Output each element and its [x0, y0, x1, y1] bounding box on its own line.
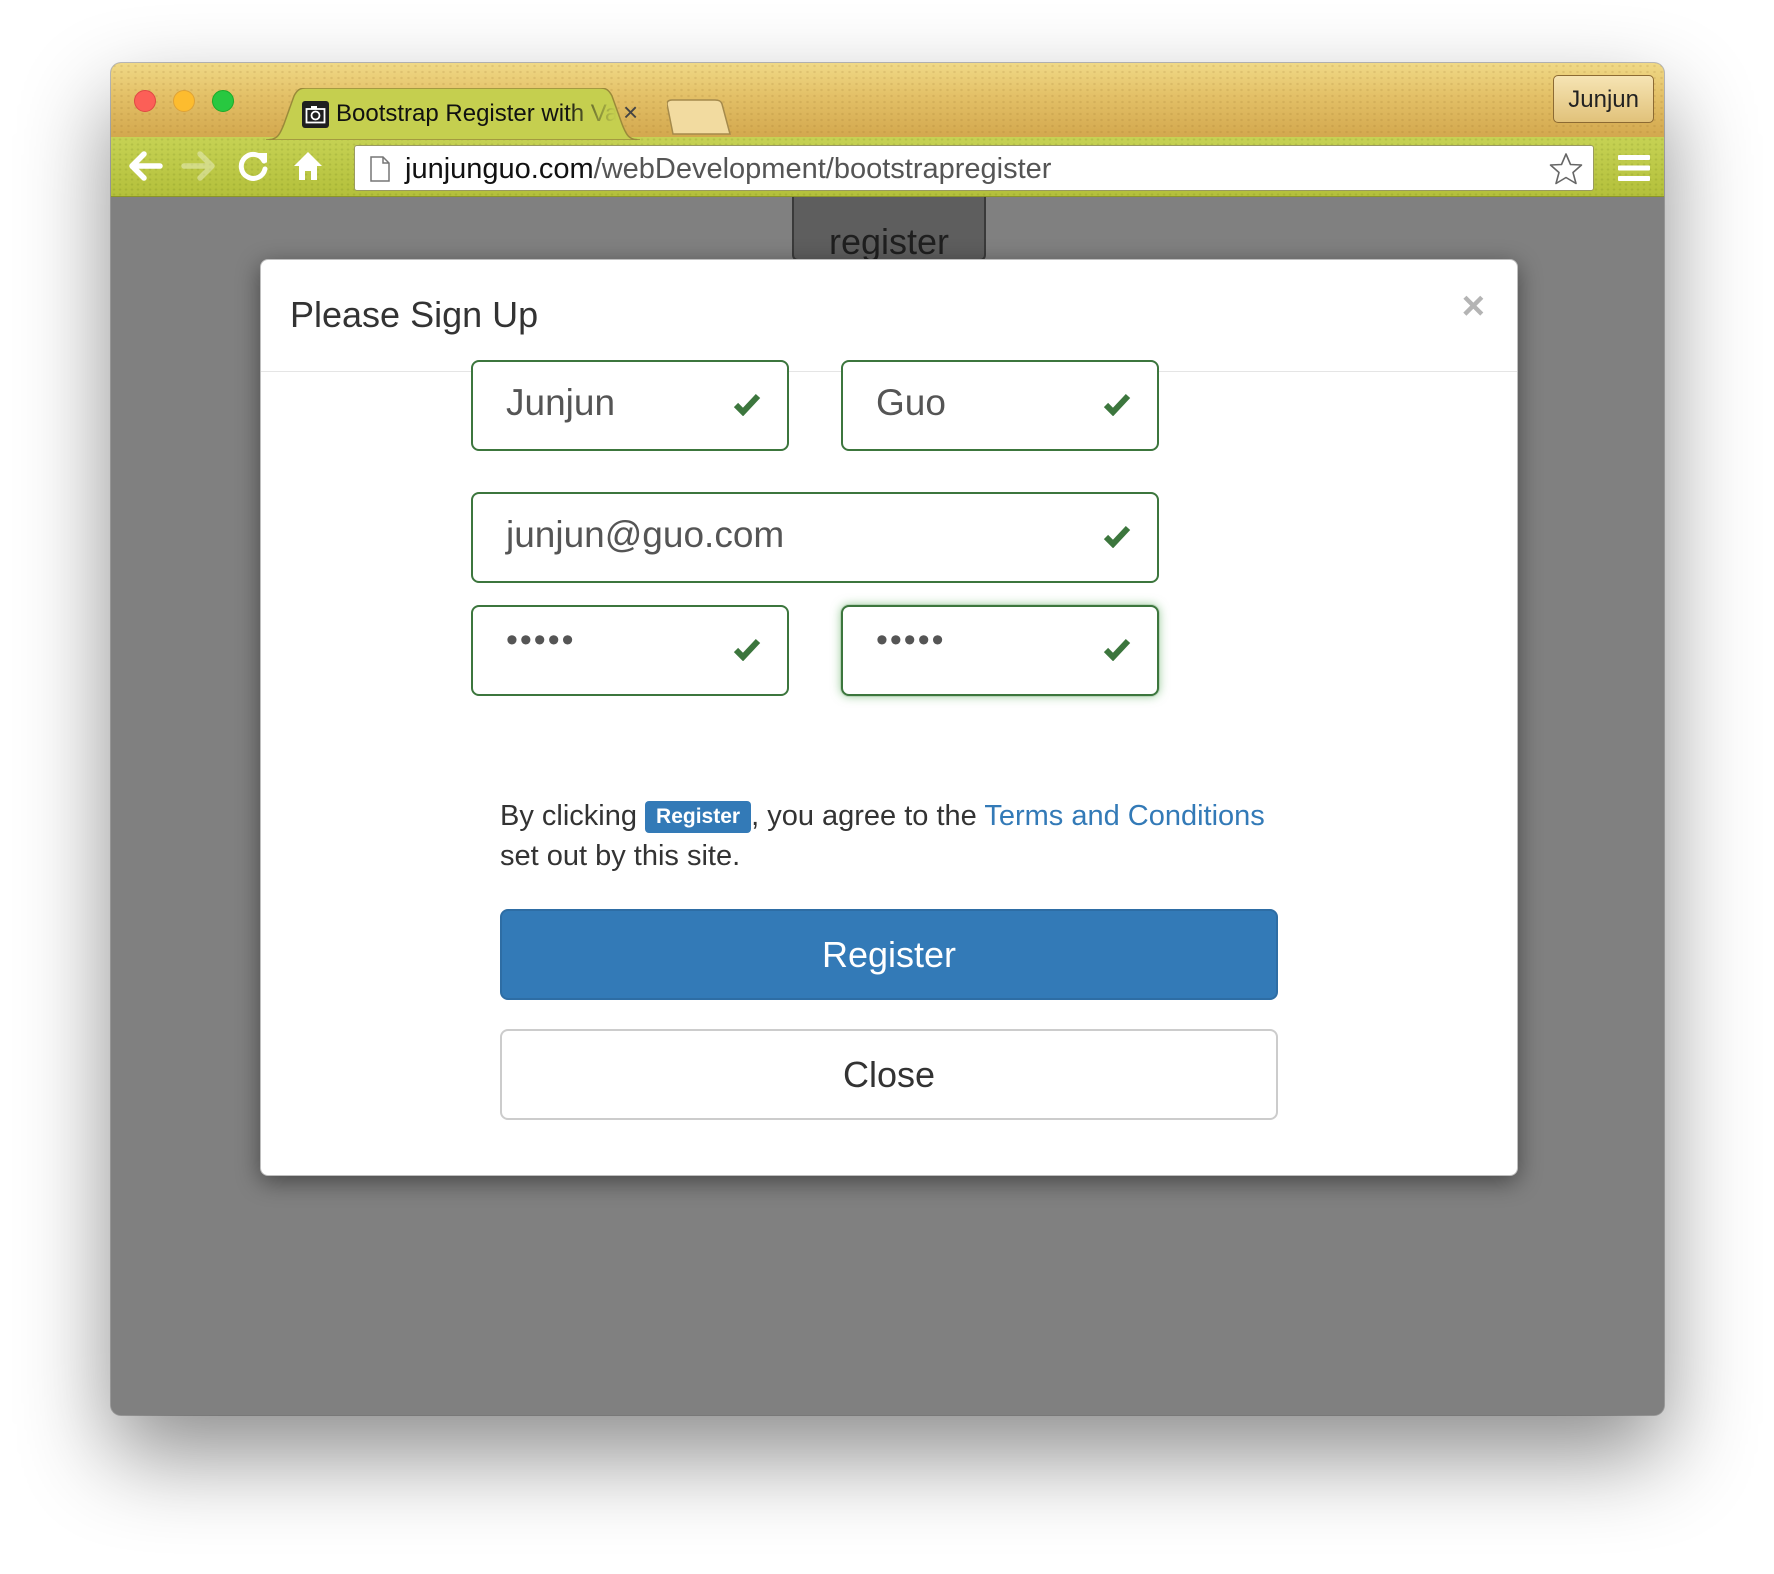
last-name-value: Guo: [876, 382, 946, 423]
profile-button[interactable]: Junjun: [1553, 75, 1654, 123]
agree-suffix: set out by this site.: [500, 840, 741, 872]
home-icon[interactable]: [291, 149, 325, 183]
browser-toolbar: junjunguo.com/webDevelopment/bootstrapre…: [111, 137, 1664, 197]
bookmark-star-icon[interactable]: [1549, 152, 1583, 186]
password-field[interactable]: •••••: [471, 605, 789, 696]
page-icon: [370, 156, 390, 182]
new-tab-button[interactable]: [667, 98, 731, 138]
address-bar[interactable]: junjunguo.com/webDevelopment/bootstrapre…: [354, 145, 1594, 191]
background-register-label: register: [828, 221, 950, 262]
email-value: junjun@guo.com: [506, 514, 785, 555]
close-window-button[interactable]: [134, 90, 156, 112]
background-register-button: register: [792, 197, 986, 262]
terms-link[interactable]: Terms and Conditions: [984, 800, 1264, 832]
valid-check-icon: [1103, 525, 1131, 548]
back-arrow-icon[interactable]: [129, 149, 163, 183]
menu-hamburger-icon[interactable]: [1618, 153, 1650, 183]
tab-title: Bootstrap Register with Validation: [336, 100, 616, 127]
terms-agreement-text: By clicking Register, you agree to the T…: [500, 796, 1280, 876]
register-label-badge: Register: [645, 801, 752, 833]
browser-window: Bootstrap Register with Validation × Jun…: [111, 63, 1664, 1415]
last-name-field[interactable]: Guo: [841, 360, 1159, 451]
agree-middle: , you agree to the: [751, 800, 985, 832]
first-name-field[interactable]: Junjun: [471, 360, 789, 451]
forward-arrow-icon[interactable]: [181, 149, 215, 183]
email-field[interactable]: junjun@guo.com: [471, 492, 1159, 583]
confirm-password-field[interactable]: •••••: [841, 605, 1159, 696]
title-bar: Bootstrap Register with Validation × Jun…: [111, 63, 1664, 140]
browser-tab[interactable]: Bootstrap Register with Validation ×: [266, 88, 656, 140]
agree-prefix: By clicking: [500, 800, 646, 832]
url-domain: junjunguo.com: [405, 153, 594, 185]
site-favicon-icon: [302, 101, 329, 128]
window-controls: [134, 90, 234, 112]
tab-close-icon[interactable]: ×: [623, 98, 638, 126]
confirm-password-value: •••••: [876, 621, 946, 659]
modal-close-icon[interactable]: ×: [1462, 286, 1485, 326]
valid-check-icon: [1103, 393, 1131, 416]
page-content: register Please Sign Up × Junjun Guo jun…: [111, 197, 1664, 1415]
modal-title: Please Sign Up: [290, 294, 539, 335]
close-button[interactable]: Close: [500, 1029, 1278, 1120]
signup-modal: Please Sign Up × Junjun Guo junjun@guo.c…: [260, 259, 1518, 1176]
valid-check-icon: [1103, 638, 1131, 661]
reload-icon[interactable]: [237, 149, 271, 183]
valid-check-icon: [733, 393, 761, 416]
url-text: junjunguo.com/webDevelopment/bootstrapre…: [405, 153, 1051, 186]
register-button[interactable]: Register: [500, 909, 1278, 1000]
minimize-window-button[interactable]: [173, 90, 195, 112]
first-name-value: Junjun: [506, 382, 616, 423]
valid-check-icon: [733, 638, 761, 661]
maximize-window-button[interactable]: [212, 90, 234, 112]
password-value: •••••: [506, 621, 576, 659]
url-path: /webDevelopment/bootstrapregister: [593, 153, 1052, 185]
modal-header: Please Sign Up ×: [261, 260, 1517, 372]
